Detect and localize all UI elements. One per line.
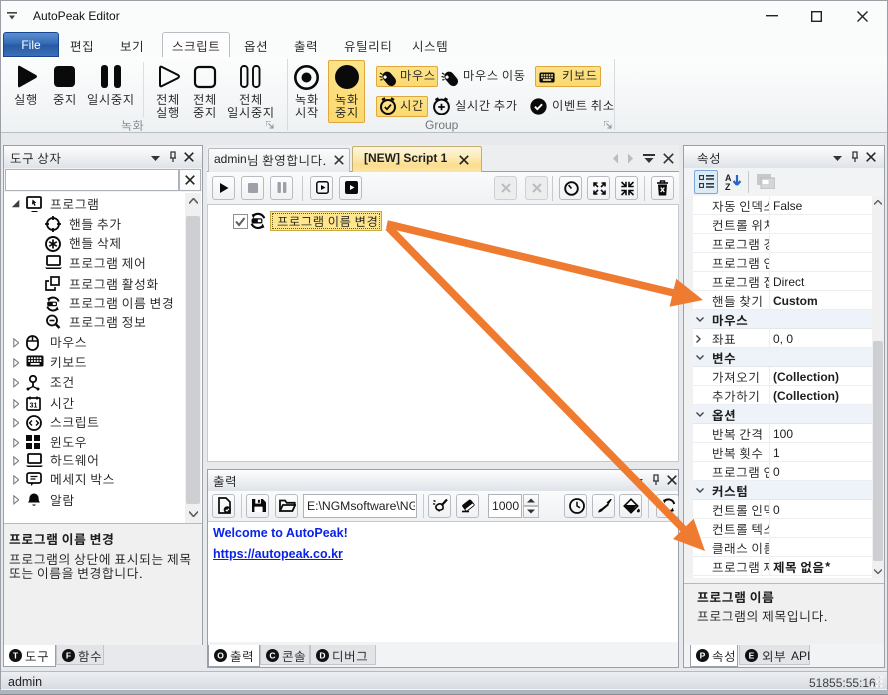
svg-text:T: T bbox=[13, 651, 19, 661]
svg-text:31: 31 bbox=[30, 403, 38, 410]
svg-text:C: C bbox=[269, 651, 275, 661]
svg-text:D: D bbox=[319, 651, 325, 661]
svg-text:F: F bbox=[66, 651, 71, 661]
svg-text:O: O bbox=[217, 651, 224, 661]
svg-text:P: P bbox=[700, 651, 706, 661]
svg-text:Z: Z bbox=[725, 182, 731, 191]
svg-text:E: E bbox=[749, 651, 755, 661]
